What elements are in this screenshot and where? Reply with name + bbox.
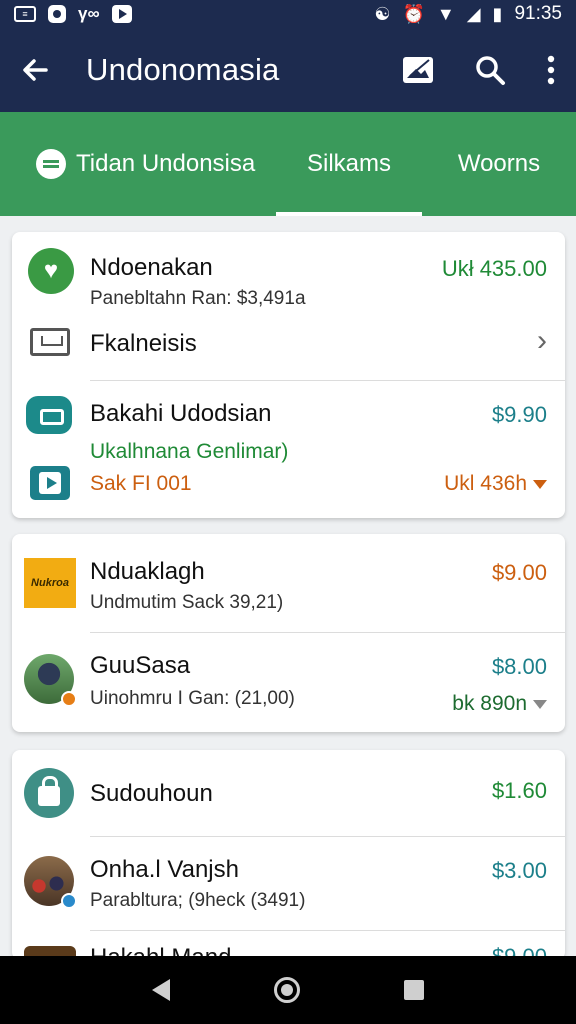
chevron-right-icon[interactable]: › [537, 324, 547, 358]
list-item[interactable]: ♥ Ndoenakan Panebltahn Ran: $3,491a Ukł … [12, 232, 565, 380]
dropdown-arrow-icon [533, 699, 547, 709]
system-nav-bar [0, 956, 576, 1024]
item-price: $3.00 [491, 858, 547, 883]
tab-label: Tidan Undonsisa [76, 150, 256, 177]
signal-icon: ◢ [466, 3, 481, 24]
item-subtitle: Undmutim Sack 39,21) [90, 592, 284, 613]
bolt-badge-icon [61, 691, 77, 707]
keyboard-icon [30, 328, 70, 356]
item-title: Ndoenakan [90, 254, 213, 281]
list-item[interactable]: Bakahi Udodsian $9.90 Ukalhnana Genlimar… [12, 380, 565, 518]
item-price: $9.90 [491, 402, 547, 427]
book-cover-image: Nukroa [24, 558, 76, 608]
avatar [24, 654, 77, 707]
item-price: $1.60 [491, 778, 547, 803]
verified-badge-icon [61, 893, 77, 909]
battery-icon: ▮ [492, 3, 503, 24]
tab-label: Woorns [457, 150, 541, 177]
dropdown-arrow-icon [533, 479, 547, 489]
tab-woorns[interactable]: Woorns [422, 112, 576, 216]
item-price: $9.00 [491, 560, 547, 585]
card-2: Nukroa Nduaklagh Undmutim Sack 39,21) $9… [12, 534, 565, 732]
secondary-price-text: Ukl 436h [444, 472, 527, 495]
messenger-notification-icon [48, 5, 66, 23]
app-title: Undonomasia [86, 52, 280, 87]
list-item[interactable]: Sudouhoun $1.60 [12, 750, 565, 836]
image-icon[interactable] [402, 56, 434, 84]
status-time: 91:35 [514, 3, 562, 24]
alarm-icon: ⏰ [402, 3, 425, 24]
tab-silkams[interactable]: Silkams [276, 112, 422, 216]
secondary-price-text: bk 890n [452, 692, 527, 715]
tab-label: Silkams [306, 150, 391, 177]
vibrate-icon: ☯ [374, 3, 391, 24]
status-bar: ≡ γ∞ ☯ ⏰ ▼ ◢ ▮ 91:35 [0, 0, 576, 28]
nav-recents-icon[interactable] [404, 980, 424, 1000]
screenshot-notification-icon: ≡ [14, 6, 36, 22]
video-icon [30, 466, 70, 500]
item-price: Ukł 435.00 [441, 256, 547, 281]
more-options-icon[interactable] [546, 55, 556, 85]
item-status: Ukalhnana Genlimar) [90, 440, 289, 463]
tab-bar: Tidan Undonsisa Silkams Woorns [0, 112, 576, 216]
item-title: Sudouhoun [90, 780, 213, 807]
lock-icon [24, 768, 74, 818]
media-notification-icon [111, 5, 132, 23]
item-subtitle: Parabltura; (9heck (3491) [90, 890, 306, 911]
item-subtitle: Uinohmru I Gan: (21,00) [90, 688, 295, 709]
item-price: $8.00 [491, 654, 547, 679]
item-subtitle: Panebltahn Ran: $3,491a [90, 288, 306, 309]
item-secondary-price[interactable]: bk 890n [452, 692, 547, 716]
search-icon[interactable] [474, 54, 506, 86]
chat-icon [26, 396, 72, 434]
heart-icon: ♥ [28, 248, 74, 294]
item-title: Fkalneisis [90, 330, 197, 357]
item-title: Nduaklagh [90, 558, 205, 585]
avatar [24, 856, 77, 909]
list-item[interactable]: Onha.l Vanjsh Parabltura; (9heck (3491) … [12, 836, 565, 930]
item-title: Bakahi Udodsian [90, 400, 272, 427]
tab-tidan-undonsisa[interactable]: Tidan Undonsisa [0, 112, 276, 216]
card-1: ♥ Ndoenakan Panebltahn Ran: $3,491a Ukł … [12, 232, 565, 518]
item-note: Sak FI 001 [90, 472, 192, 495]
item-secondary-price[interactable]: Ukl 436h [444, 472, 547, 496]
item-title: Onha.l Vanjsh [90, 856, 239, 883]
nav-back-icon[interactable] [152, 979, 170, 1001]
lock-shape [38, 776, 60, 806]
nav-home-icon[interactable] [274, 977, 300, 1003]
card-3: Sudouhoun $1.60 Onha.l Vanjsh Parabltura… [12, 750, 565, 960]
cast-notification-icon: γ∞ [78, 4, 100, 23]
back-arrow-icon[interactable] [20, 55, 50, 85]
list-item[interactable]: Nukroa Nduaklagh Undmutim Sack 39,21) $9… [12, 534, 565, 632]
wifi-icon: ▼ [436, 3, 455, 24]
item-title: GuuSasa [90, 652, 191, 679]
list-icon [36, 149, 66, 179]
app-bar: Undonomasia [0, 28, 576, 112]
list-item[interactable]: GuuSasa Uinohmru I Gan: (21,00) $8.00 bk… [12, 632, 565, 732]
